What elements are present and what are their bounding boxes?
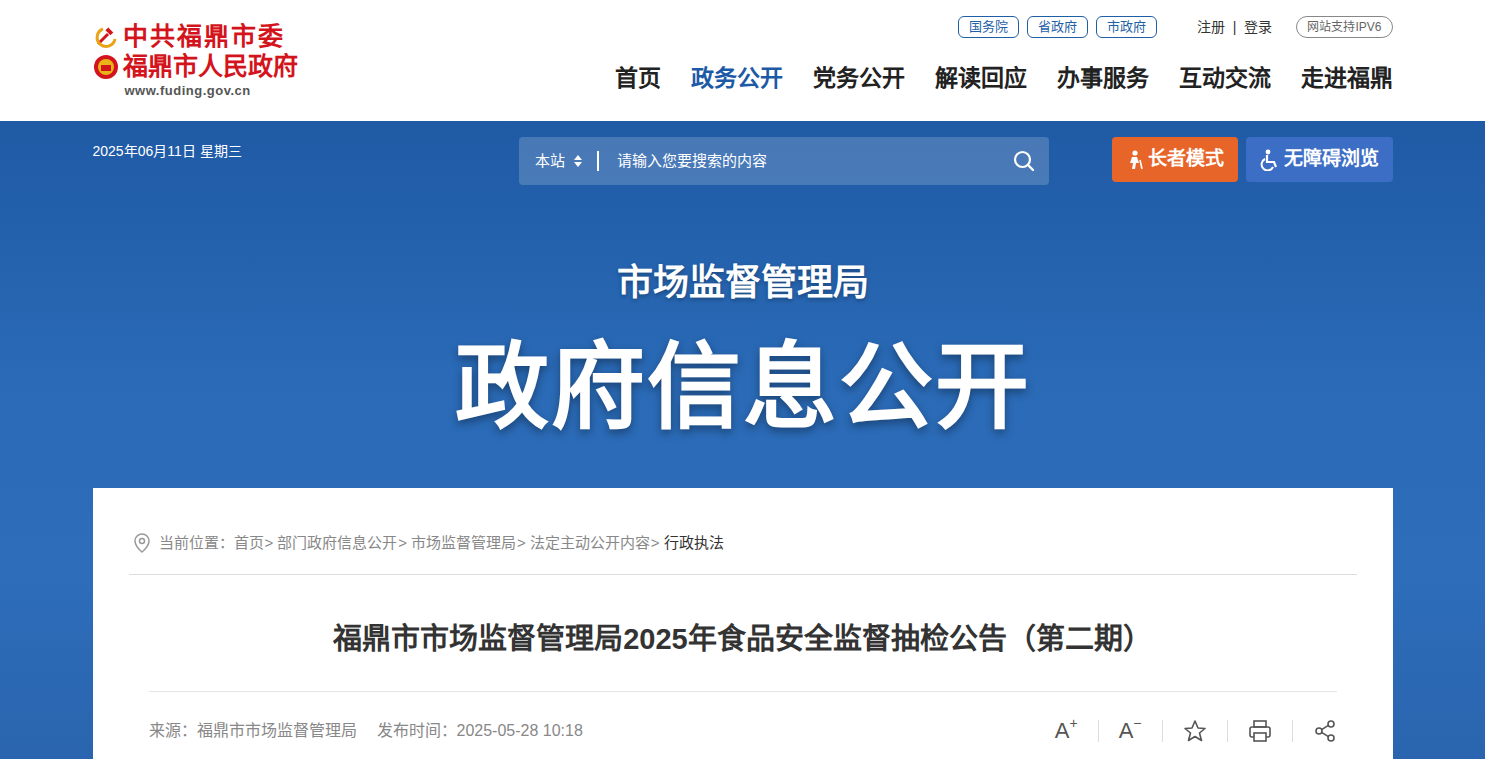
top-link[interactable]: 市政府: [1096, 16, 1157, 38]
date-text: 2025年06月11日 星期三: [93, 137, 478, 162]
search-icon: [1013, 150, 1035, 172]
nav-item[interactable]: 政务公开: [691, 62, 783, 94]
updown-arrow-icon: [573, 154, 583, 168]
content-card: 当前位置：首页>部门政府信息公开>市场监督管理局>法定主动公开内容>行政执法福鼎…: [93, 488, 1393, 759]
elder-mode-button[interactable]: 长者模式: [1112, 137, 1238, 182]
nav-item[interactable]: 走进福鼎: [1301, 62, 1393, 94]
nav-item[interactable]: 党务公开: [813, 62, 905, 94]
divider: [597, 151, 599, 171]
nav-item[interactable]: 首页: [615, 62, 661, 94]
main-nav: 首页政务公开党务公开解读回应办事服务互动交流走进福鼎: [615, 62, 1393, 94]
accessibility-button[interactable]: 无障碍浏览: [1246, 137, 1393, 182]
register-link[interactable]: 注册: [1197, 17, 1225, 38]
breadcrumb-separator: >: [651, 528, 660, 558]
top-link[interactable]: 省政府: [1027, 16, 1088, 38]
breadcrumb-item[interactable]: 首页: [234, 528, 264, 558]
print-icon[interactable]: [1248, 719, 1272, 743]
wheelchair-icon: [1260, 149, 1280, 171]
article-tools: A+ A−: [1055, 717, 1337, 745]
divider: [149, 691, 1337, 692]
divider: [1098, 720, 1099, 742]
elder-icon: [1126, 150, 1144, 170]
login-link[interactable]: 登录: [1244, 17, 1272, 38]
breadcrumb-item[interactable]: 行政执法: [664, 528, 724, 558]
national-emblem-icon: [93, 54, 119, 80]
logo-url: www.fuding.gov.cn: [93, 82, 298, 100]
breadcrumb-separator: >: [265, 528, 274, 558]
party-emblem-icon: [93, 24, 119, 50]
breadcrumb-label: 当前位置：: [159, 528, 234, 558]
nav-item[interactable]: 解读回应: [935, 62, 1027, 94]
breadcrumb-item[interactable]: 市场监督管理局: [411, 528, 516, 558]
divider: [1162, 720, 1163, 742]
banner-subtitle: 市场监督管理局: [93, 261, 1393, 305]
article-title: 福鼎市市场监督管理局2025年食品安全监督抽检公告（第二期）: [129, 619, 1357, 659]
nav-item[interactable]: 办事服务: [1057, 62, 1149, 94]
logo-line1: 中共福鼎市委: [123, 22, 285, 52]
search-input[interactable]: [615, 149, 1013, 174]
logo-line2: 福鼎市人民政府: [123, 52, 298, 82]
breadcrumb-bar: 当前位置：首页>部门政府信息公开>市场监督管理局>法定主动公开内容>行政执法: [129, 488, 1357, 575]
article-source: 来源：福鼎市市场监督管理局: [149, 716, 357, 746]
banner-title: 政府信息公开: [93, 335, 1393, 441]
article-meta: 来源：福鼎市市场监督管理局发布时间：2025-05-28 10:18 A+ A−: [129, 692, 1357, 746]
account-separator: |: [1233, 17, 1237, 38]
breadcrumb-item[interactable]: 部门政府信息公开: [277, 528, 397, 558]
banner: 2025年06月11日 星期三本站长者模式无障碍浏览市场监督管理局政府信息公开当…: [0, 121, 1485, 759]
star-icon[interactable]: [1183, 719, 1207, 743]
divider: [1292, 720, 1293, 742]
ipv6-badge: 网站支持IPV6: [1296, 16, 1392, 38]
nav-item[interactable]: 互动交流: [1179, 62, 1271, 94]
top-link[interactable]: 国务院: [958, 16, 1019, 38]
font-decrease-button[interactable]: A−: [1119, 717, 1142, 745]
article-date: 发布时间：2025-05-28 10:18: [377, 716, 583, 746]
breadcrumb-item[interactable]: 法定主动公开内容: [530, 528, 650, 558]
site-logo[interactable]: 中共福鼎市委福鼎市人民政府www.fuding.gov.cn: [93, 0, 298, 121]
font-increase-button[interactable]: A+: [1055, 717, 1078, 745]
share-icon[interactable]: [1313, 719, 1337, 743]
breadcrumb-separator: >: [398, 528, 407, 558]
search-scope[interactable]: 本站: [535, 150, 583, 173]
breadcrumb-separator: >: [517, 528, 526, 558]
search-box: 本站: [519, 137, 1049, 185]
site-header: 中共福鼎市委福鼎市人民政府www.fuding.gov.cn 国务院省政府市政府 注…: [0, 0, 1485, 121]
top-bar: 国务院省政府市政府 注册 | 登录 网站支持IPV6: [958, 16, 1393, 38]
divider: [1227, 720, 1228, 742]
location-icon: [133, 533, 151, 553]
account-links: 注册 | 登录: [1197, 17, 1273, 38]
